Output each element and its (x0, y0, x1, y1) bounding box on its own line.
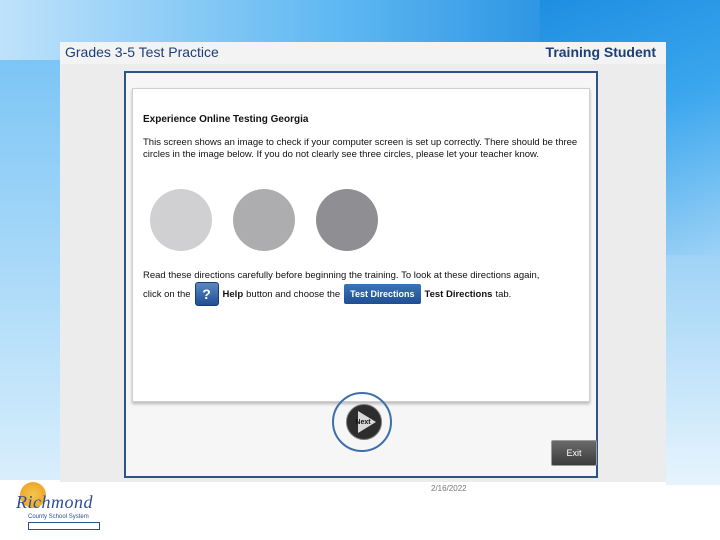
logo-subtitle: County School System (28, 514, 89, 520)
test-frame: Experience Online Testing Georgia This s… (124, 71, 598, 478)
directions-mid-text: button and choose the (246, 288, 341, 300)
next-button[interactable]: Next (346, 404, 382, 440)
next-button-label: Next (355, 418, 371, 426)
richmond-county-logo: Richmond County School System (10, 482, 110, 532)
content-heading: Experience Online Testing Georgia (143, 114, 309, 125)
directions-line-2: click on the ? Help button and choose th… (143, 282, 511, 306)
test-directions-tab-label: Test Directions (424, 288, 493, 300)
exit-button[interactable]: Exit (551, 440, 597, 466)
app-header: Grades 3-5 Test Practice Training Studen… (60, 42, 666, 64)
directions-click-text: click on the (143, 288, 191, 300)
slide-date: 2/16/2022 (431, 484, 467, 493)
help-icon: ? (194, 282, 219, 306)
next-highlight-ring: Next (332, 392, 392, 452)
check-circle-medium (233, 189, 295, 251)
user-name: Training Student (545, 44, 656, 60)
test-directions-button-image: Test Directions (344, 284, 421, 304)
intro-text: This screen shows an image to check if y… (143, 137, 578, 160)
directions-text: Read these directions carefully before b… (143, 270, 540, 281)
slide-background-left (0, 60, 60, 480)
check-circle-light (150, 189, 212, 251)
logo-tagline-banner (28, 522, 100, 530)
logo-name: Richmond (16, 492, 93, 512)
help-label: Help (222, 288, 244, 300)
content-panel: Experience Online Testing Georgia This s… (132, 88, 590, 402)
check-circle-dark (316, 189, 378, 251)
directions-end-text: tab. (495, 288, 512, 300)
test-app-window: Grades 3-5 Test Practice Training Studen… (60, 42, 666, 482)
app-title: Grades 3-5 Test Practice (65, 44, 219, 60)
slide-background-right-lower (666, 255, 720, 485)
